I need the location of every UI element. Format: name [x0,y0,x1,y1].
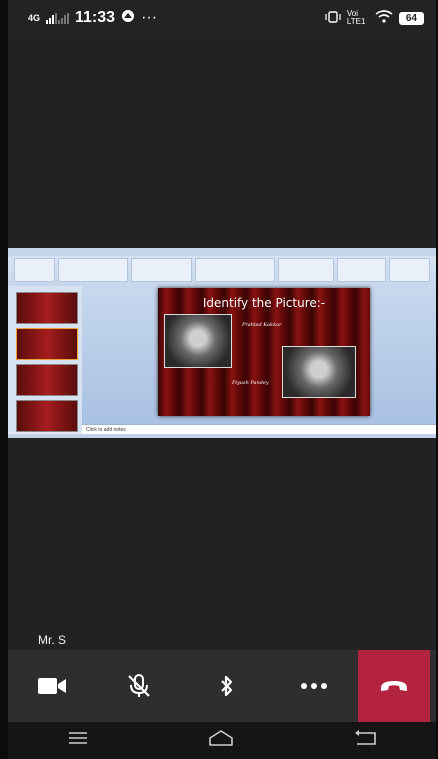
photo-prahlad-kakkar [164,314,232,368]
app-notification-icon [121,9,135,28]
network-type: 4G [28,13,41,23]
end-call-icon [379,679,409,693]
microphone-muted-icon [126,673,152,699]
system-nav-bar [8,722,436,759]
more-options-button[interactable] [271,650,359,722]
slide-thumbnail [16,328,78,360]
slide-thumbnail [16,364,78,396]
bluetooth-icon [219,674,235,698]
mute-button[interactable] [96,650,184,722]
more-options-icon [300,682,328,690]
call-screen: 4G 11:33 ··· Voi LTE1 64 Identify the Pi… [8,0,436,759]
photo-piyush-pandey [282,346,356,398]
remote-video-bottom [8,438,436,650]
call-controls [8,650,436,722]
camera-toggle-button[interactable] [8,650,96,722]
clock: 11:33 [75,9,116,26]
slide-thumbnail [16,292,78,324]
remote-video-top [8,36,436,248]
video-camera-icon [37,676,67,696]
more-notifications: ··· [141,9,158,26]
slide-thumbnails [8,286,83,432]
bluetooth-audio-button[interactable] [183,650,271,722]
recents-icon[interactable] [67,731,89,750]
back-icon[interactable] [353,730,377,751]
vibrate-icon [325,10,341,26]
home-icon[interactable] [207,729,235,752]
end-call-button[interactable] [358,650,430,722]
photo-caption: Prahlad Kakkar [242,322,282,328]
battery-level: 64 [398,11,424,25]
participant-name: Mr. S [38,633,67,647]
wifi-icon [375,10,393,26]
current-slide: Identify the Picture:- Prahlad Kakkar Pi… [158,288,370,416]
slide-stage: Identify the Picture:- Prahlad Kakkar Pi… [82,286,436,424]
photo-caption: Piyush Pandey [232,380,269,386]
signal-icon [46,12,70,24]
slide-thumbnail [16,400,78,432]
carrier-label: Voi LTE1 [346,9,366,26]
ppt-ribbon [8,248,436,287]
slide-title: Identify the Picture:- [202,296,326,310]
status-bar: 4G 11:33 ··· Voi LTE1 64 [8,0,436,36]
shared-screen: Identify the Picture:- Prahlad Kakkar Pi… [8,248,436,438]
